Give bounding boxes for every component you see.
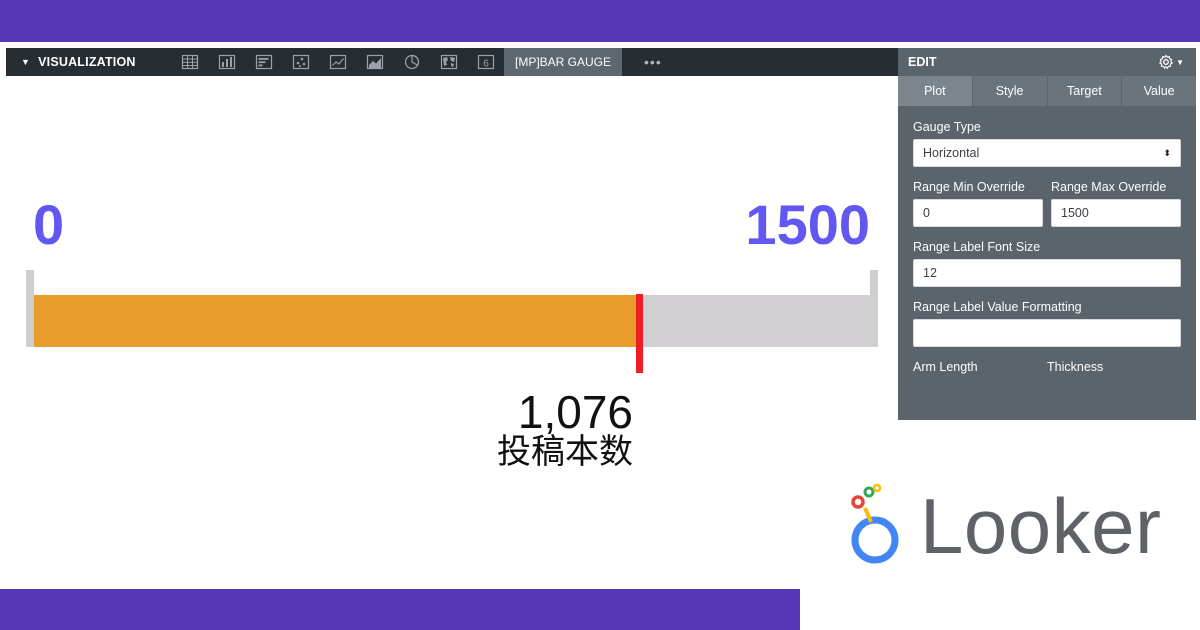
gauge-value-marker (636, 294, 643, 373)
area-chart-icon[interactable] (356, 48, 393, 76)
range-max-override-input[interactable]: 1500 (1051, 199, 1181, 227)
visualization-type-icons: 6 (171, 48, 504, 76)
gauge-fill (34, 295, 639, 347)
column-chart-icon[interactable] (208, 48, 245, 76)
range-min-override-label: Range Min Override (913, 180, 1025, 194)
select-arrows-icon: ⬍ (1163, 147, 1171, 158)
gauge-type-label: Gauge Type (913, 120, 981, 134)
chevron-down-icon: ▼ (1176, 57, 1184, 67)
caret-down-icon: ▼ (21, 57, 31, 67)
tab-target[interactable]: Target (1046, 76, 1122, 106)
gauge-type-value: Horizontal (923, 146, 980, 160)
pie-chart-icon[interactable] (393, 48, 430, 76)
range-max-label: 1500 (745, 193, 870, 256)
range-min-label: 0 (33, 193, 65, 256)
tab-custom-bar-gauge[interactable]: [MP]BAR GAUGE (504, 48, 623, 76)
table-icon[interactable] (171, 48, 208, 76)
single-value-icon[interactable]: 6 (467, 48, 504, 76)
thickness-label: Thickness (1047, 360, 1104, 374)
range-label-value-formatting-input[interactable] (913, 319, 1181, 347)
gauge-arm-right (870, 270, 878, 296)
bar-chart-icon[interactable] (245, 48, 282, 76)
map-icon[interactable] (430, 48, 467, 76)
more-options-icon[interactable]: ••• (644, 54, 662, 70)
range-label-font-size-label: Range Label Font Size (913, 240, 1041, 254)
gauge-value-label: 投稿本数 (497, 433, 633, 471)
gauge-track (34, 295, 878, 347)
top-brand-band (0, 0, 1200, 42)
line-chart-icon[interactable] (319, 48, 356, 76)
tab-value[interactable]: Value (1121, 76, 1196, 106)
range-max-override-label: Range Max Override (1051, 180, 1167, 194)
tab-style[interactable]: Style (971, 76, 1047, 106)
visualization-title: VISUALIZATION (38, 55, 136, 69)
edit-tabs: Plot Style Target Value (898, 76, 1196, 106)
range-min-override-input[interactable]: 0 (913, 199, 1043, 227)
range-label-value-formatting-label: Range Label Value Formatting (913, 300, 1082, 314)
tab-plot[interactable]: Plot (898, 76, 972, 106)
arm-length-label: Arm Length (913, 360, 978, 374)
gauge-type-select[interactable]: Horizontal ⬍ (913, 139, 1181, 167)
range-label-font-size-input[interactable]: 12 (913, 259, 1181, 287)
gauge-value: 1,076 (517, 386, 633, 438)
visualization-toggle[interactable]: ▼ VISUALIZATION (6, 55, 171, 69)
edit-title: EDIT (908, 55, 937, 69)
svg-text:6: 6 (483, 58, 489, 69)
visualization-toolbar: ▼ VISUALIZATION 6 [MP]BAR GAUGE ••• (6, 48, 898, 76)
gauge-arm-left (26, 270, 34, 347)
plot-form: Gauge Type Horizontal ⬍ Range Min Overri… (898, 106, 1196, 374)
edit-header: EDIT ▼ (898, 48, 1196, 76)
gear-icon[interactable]: ▼ (1158, 54, 1184, 70)
scatter-icon[interactable] (282, 48, 319, 76)
edit-panel: EDIT ▼ Plot Style Target Value Gauge Typ… (898, 48, 1196, 420)
looker-wordmark: Looker (920, 482, 1162, 570)
bottom-brand-band (0, 589, 800, 630)
